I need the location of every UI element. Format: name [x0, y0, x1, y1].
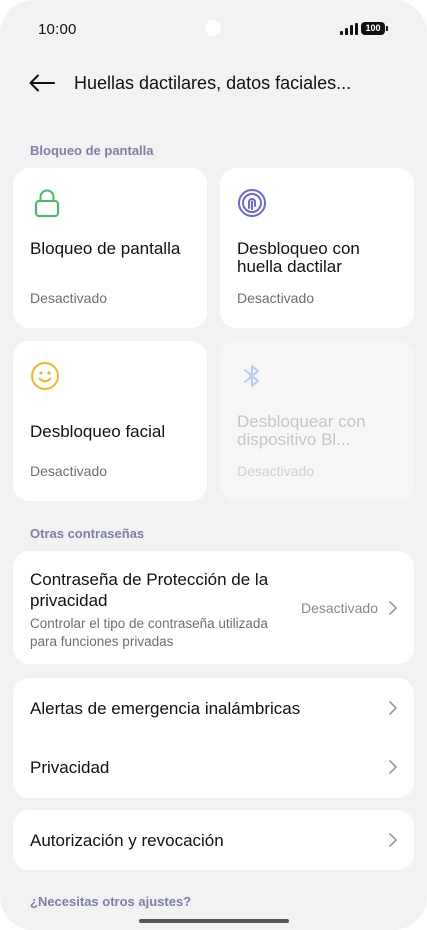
tile-status: Desactivado [237, 290, 315, 306]
lock-icon [35, 189, 59, 217]
list-item-privacy[interactable]: Privacidad [13, 738, 414, 798]
page-title: Huellas dactilares, datos faciales... [74, 73, 352, 93]
status-bar: 10:00 100 [0, 0, 427, 60]
tile-title: Desbloqueo facial [30, 422, 166, 441]
tile-title: Bloqueo de pantalla [30, 239, 181, 258]
face-icon [31, 362, 59, 390]
privacy-password-title: Contraseña de Protección de la privacida… [30, 570, 269, 610]
privacy-label: Privacidad [30, 758, 110, 777]
list-item-emergency-alerts[interactable]: Alertas de emergencia inalámbricas [13, 678, 414, 738]
signal-icon [340, 23, 358, 35]
alerts-privacy-card: Alertas de emergencia inalámbricas Priva… [13, 678, 414, 798]
tile-status: Desactivado [30, 290, 108, 306]
tile-screen-lock[interactable]: Bloqueo de pantalla Desactivado [13, 168, 207, 328]
chevron-right-icon [389, 833, 397, 847]
authorization-label: Autorización y revocación [30, 831, 224, 850]
home-indicator[interactable] [139, 919, 289, 923]
privacy-password-subtitle: Controlar el tipo de contraseña utilizad… [30, 616, 268, 649]
camera-cutout [205, 20, 221, 36]
tile-bluetooth-unlock: Desbloquear con dispositivo Bl... Desact… [220, 341, 414, 501]
chevron-right-icon [389, 601, 397, 615]
section-header-need-more: ¿Necesitas otros ajustes? [30, 894, 192, 909]
fingerprint-icon [238, 189, 266, 217]
emergency-alerts-label: Alertas de emergencia inalámbricas [30, 699, 301, 718]
tile-fingerprint-unlock[interactable]: Desbloqueo con huella dactilar Desactiva… [220, 168, 414, 328]
chevron-right-icon [389, 760, 397, 774]
header: Huellas dactilares, datos faciales... [0, 62, 427, 106]
arrow-left-icon [29, 74, 55, 92]
back-button[interactable] [24, 68, 60, 98]
tile-status: Desactivado [30, 463, 108, 479]
status-time: 10:00 [38, 21, 77, 38]
privacy-password-card[interactable]: Contraseña de Protección de la privacida… [13, 551, 414, 664]
privacy-password-value: Desactivado [300, 600, 378, 616]
tile-title: Desbloquear con dispositivo Bl... [237, 412, 366, 449]
battery-icon: 100 [361, 22, 388, 35]
section-header-other-passwords: Otras contraseñas [30, 526, 145, 541]
section-header-screen-lock: Bloqueo de pantalla [30, 143, 154, 158]
tile-face-unlock[interactable]: Desbloqueo facial Desactivado [13, 341, 207, 501]
list-item-authorization[interactable]: Autorización y revocación [13, 810, 414, 870]
bluetooth-icon [244, 365, 259, 387]
phone-screen: 10:00 100 Huellas dactilares, datos faci… [0, 0, 427, 930]
tile-status: Desactivado [237, 463, 315, 479]
tile-title: Desbloqueo con huella dactilar [237, 239, 360, 276]
chevron-right-icon [389, 701, 397, 715]
